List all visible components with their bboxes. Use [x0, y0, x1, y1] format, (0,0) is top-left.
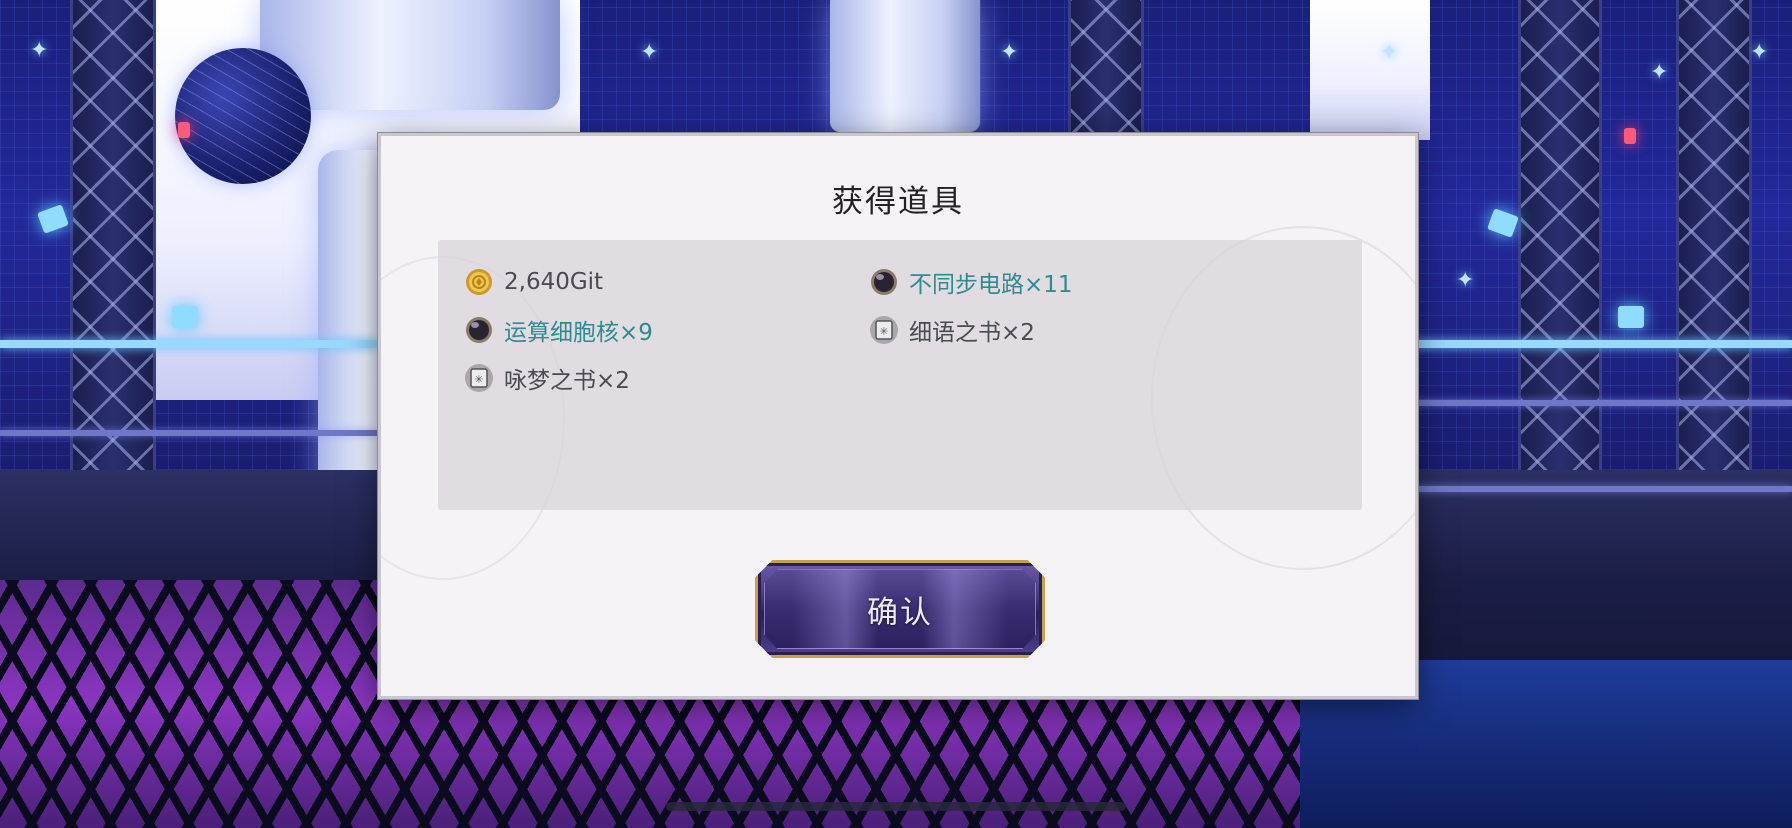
reward-item: 运算细胞核×9: [464, 312, 653, 348]
sparkle-icon: ✦: [1456, 268, 1475, 293]
confirm-button-label: 确认: [867, 594, 933, 631]
background-truss-left: [70, 0, 156, 470]
reward-item: 不同步电路×11: [869, 264, 1073, 300]
blue-lamp: [1618, 306, 1644, 328]
floor-railing: [1412, 400, 1792, 406]
background-light-window-right: [1310, 0, 1430, 140]
floor-light-strip-right: [1412, 340, 1792, 348]
home-indicator-bar[interactable]: [666, 802, 1126, 811]
sparkle-icon: ✦: [1000, 40, 1019, 65]
floor-light-strip: [0, 340, 378, 348]
reward-item-label: 不同步电路×11: [909, 272, 1073, 298]
svg-text:✳: ✳: [474, 373, 483, 386]
book-icon: ✳: [464, 363, 494, 393]
gold-coin-icon: [464, 267, 494, 297]
reward-dialog: 获得道具 2,640Git 不同步电路×11 运算细胞核×9 ✳ 细语之书×2 …: [378, 133, 1418, 699]
book-icon: ✳: [869, 315, 899, 345]
dialog-title: 获得道具: [832, 184, 964, 220]
blue-lamp: [172, 306, 198, 328]
confirm-button[interactable]: 确认: [755, 560, 1045, 658]
reward-item-label: 2,640Git: [504, 269, 604, 295]
reward-item: ✳ 细语之书×2: [869, 312, 1035, 348]
floor-railing-left: [0, 430, 378, 436]
sparkle-icon: ✦: [640, 40, 659, 65]
red-beacon-light: [178, 122, 190, 138]
reward-item: ✳ 咏梦之书×2: [464, 360, 630, 396]
dark-orb-icon: [869, 267, 899, 297]
sparkle-icon: ✦: [1750, 40, 1769, 65]
sparkle-icon: ✦: [1650, 60, 1669, 85]
background-planet-orb: [175, 48, 311, 184]
red-beacon-light-right: [1624, 128, 1636, 144]
reward-item: 2,640Git: [464, 264, 603, 300]
sparkle-icon: ✦: [1380, 40, 1399, 65]
reward-item-label: 细语之书×2: [909, 320, 1035, 346]
items-panel: 2,640Git 不同步电路×11 运算细胞核×9 ✳ 细语之书×2 ✳ 咏梦之…: [438, 240, 1362, 510]
reward-item-label: 运算细胞核×9: [504, 320, 653, 346]
dark-orb-icon: [464, 315, 494, 345]
reward-item-label: 咏梦之书×2: [504, 368, 630, 394]
floor-railing-lower: [1412, 486, 1792, 492]
background-truss-mid: [1068, 0, 1144, 135]
background-tank-center: [830, 0, 980, 132]
svg-text:✳: ✳: [879, 325, 888, 338]
sparkle-icon: ✦: [30, 38, 49, 63]
